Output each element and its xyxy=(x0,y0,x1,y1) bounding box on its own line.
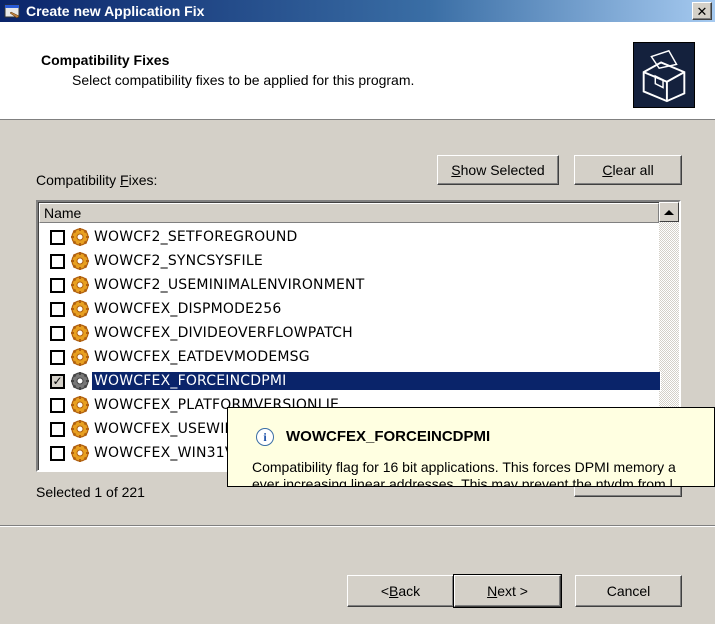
scroll-up-button[interactable] xyxy=(659,202,679,222)
tooltip-line: ever increasing linear addresses. This m… xyxy=(252,476,673,487)
fix-checkbox[interactable] xyxy=(50,445,65,461)
fix-checkbox[interactable] xyxy=(50,301,65,317)
fix-description-tooltip: i WOWCFEX_FORCEINCDPMI Compatibility fla… xyxy=(227,407,715,487)
compat-fix-gear-icon xyxy=(71,348,89,366)
header-title: Compatibility Fixes xyxy=(41,52,170,68)
clear-all-button[interactable]: Clear all xyxy=(574,155,682,185)
close-icon: ✕ xyxy=(696,3,708,19)
compat-fix-gear-icon xyxy=(71,300,89,318)
back-button[interactable]: < Back xyxy=(347,575,454,607)
tooltip-line: Compatibility flag for 16 bit applicatio… xyxy=(252,459,676,475)
fix-checkbox[interactable] xyxy=(50,229,65,245)
info-icon: i xyxy=(256,428,274,446)
compat-fix-gear-icon xyxy=(71,396,89,414)
compatibility-fixes-label: Compatibility Fixes: xyxy=(36,172,158,188)
list-item[interactable]: WOWCF2_SYNCSYSFILE xyxy=(38,249,660,273)
cancel-button[interactable]: Cancel xyxy=(575,575,682,607)
compat-fix-gear-icon xyxy=(71,324,89,342)
fix-checkbox[interactable] xyxy=(50,253,65,269)
fix-name: WOWCF2_SYNCSYSFILE xyxy=(94,253,263,269)
list-item[interactable]: WOWCFEX_DIVIDEOVERFLOWPATCH xyxy=(38,321,660,345)
tooltip-body: Compatibility flag for 16 bit applicatio… xyxy=(252,459,676,487)
fix-name: WOWCFEX_FORCEINCDPMI xyxy=(91,371,661,391)
compat-fix-gear-icon xyxy=(71,252,89,270)
fix-name: WOWCF2_USEMINIMALENVIRONMENT xyxy=(94,277,365,293)
compat-fix-gear-icon xyxy=(71,444,89,462)
compat-fix-gear-icon xyxy=(71,276,89,294)
fix-checkbox[interactable] xyxy=(50,349,65,365)
fix-name: WOWCF2_SETFOREGROUND xyxy=(94,229,298,245)
wizard-box-icon xyxy=(633,42,695,108)
tooltip-title: WOWCFEX_FORCEINCDPMI xyxy=(286,428,491,445)
fix-checkbox[interactable] xyxy=(50,397,65,413)
fix-checkbox[interactable] xyxy=(50,421,65,437)
app-icon xyxy=(4,4,20,19)
selection-status: Selected 1 of 221 xyxy=(36,484,145,500)
compat-fix-gear-icon xyxy=(71,228,89,246)
fix-name: WOWCFEX_DIVIDEOVERFLOWPATCH xyxy=(94,325,353,341)
show-selected-button[interactable]: Show Selected xyxy=(437,155,559,185)
column-header-name[interactable]: Name xyxy=(39,203,659,223)
fix-checkbox[interactable] xyxy=(50,325,65,341)
header-subtitle: Select compatibility fixes to be applied… xyxy=(72,72,415,88)
list-item[interactable]: WOWCFEX_DISPMODE256 xyxy=(38,297,660,321)
fix-checkbox[interactable]: ✓ xyxy=(50,373,65,389)
compat-fix-gear-icon xyxy=(71,372,89,390)
fix-checkbox[interactable] xyxy=(50,277,65,293)
close-button[interactable]: ✕ xyxy=(692,2,712,20)
list-item[interactable]: WOWCFEX_EATDEVMODEMSG xyxy=(38,345,660,369)
title-bar: Create new Application Fix ✕ xyxy=(0,0,715,22)
fix-name: WOWCFEX_DISPMODE256 xyxy=(94,301,282,317)
window-title: Create new Application Fix xyxy=(26,3,205,19)
footer-divider-highlight xyxy=(0,526,715,527)
fix-name: WOWCFEX_EATDEVMODEMSG xyxy=(94,349,310,365)
list-item[interactable]: WOWCF2_SETFOREGROUND xyxy=(38,225,660,249)
list-item[interactable]: WOWCF2_USEMINIMALENVIRONMENT xyxy=(38,273,660,297)
compat-fix-gear-icon xyxy=(71,420,89,438)
list-item[interactable]: ✓ WOWCFEX_FORCEINCDPMI xyxy=(38,369,661,393)
next-button[interactable]: Next > xyxy=(453,574,562,608)
wizard-header: Compatibility Fixes Select compatibility… xyxy=(0,22,715,120)
